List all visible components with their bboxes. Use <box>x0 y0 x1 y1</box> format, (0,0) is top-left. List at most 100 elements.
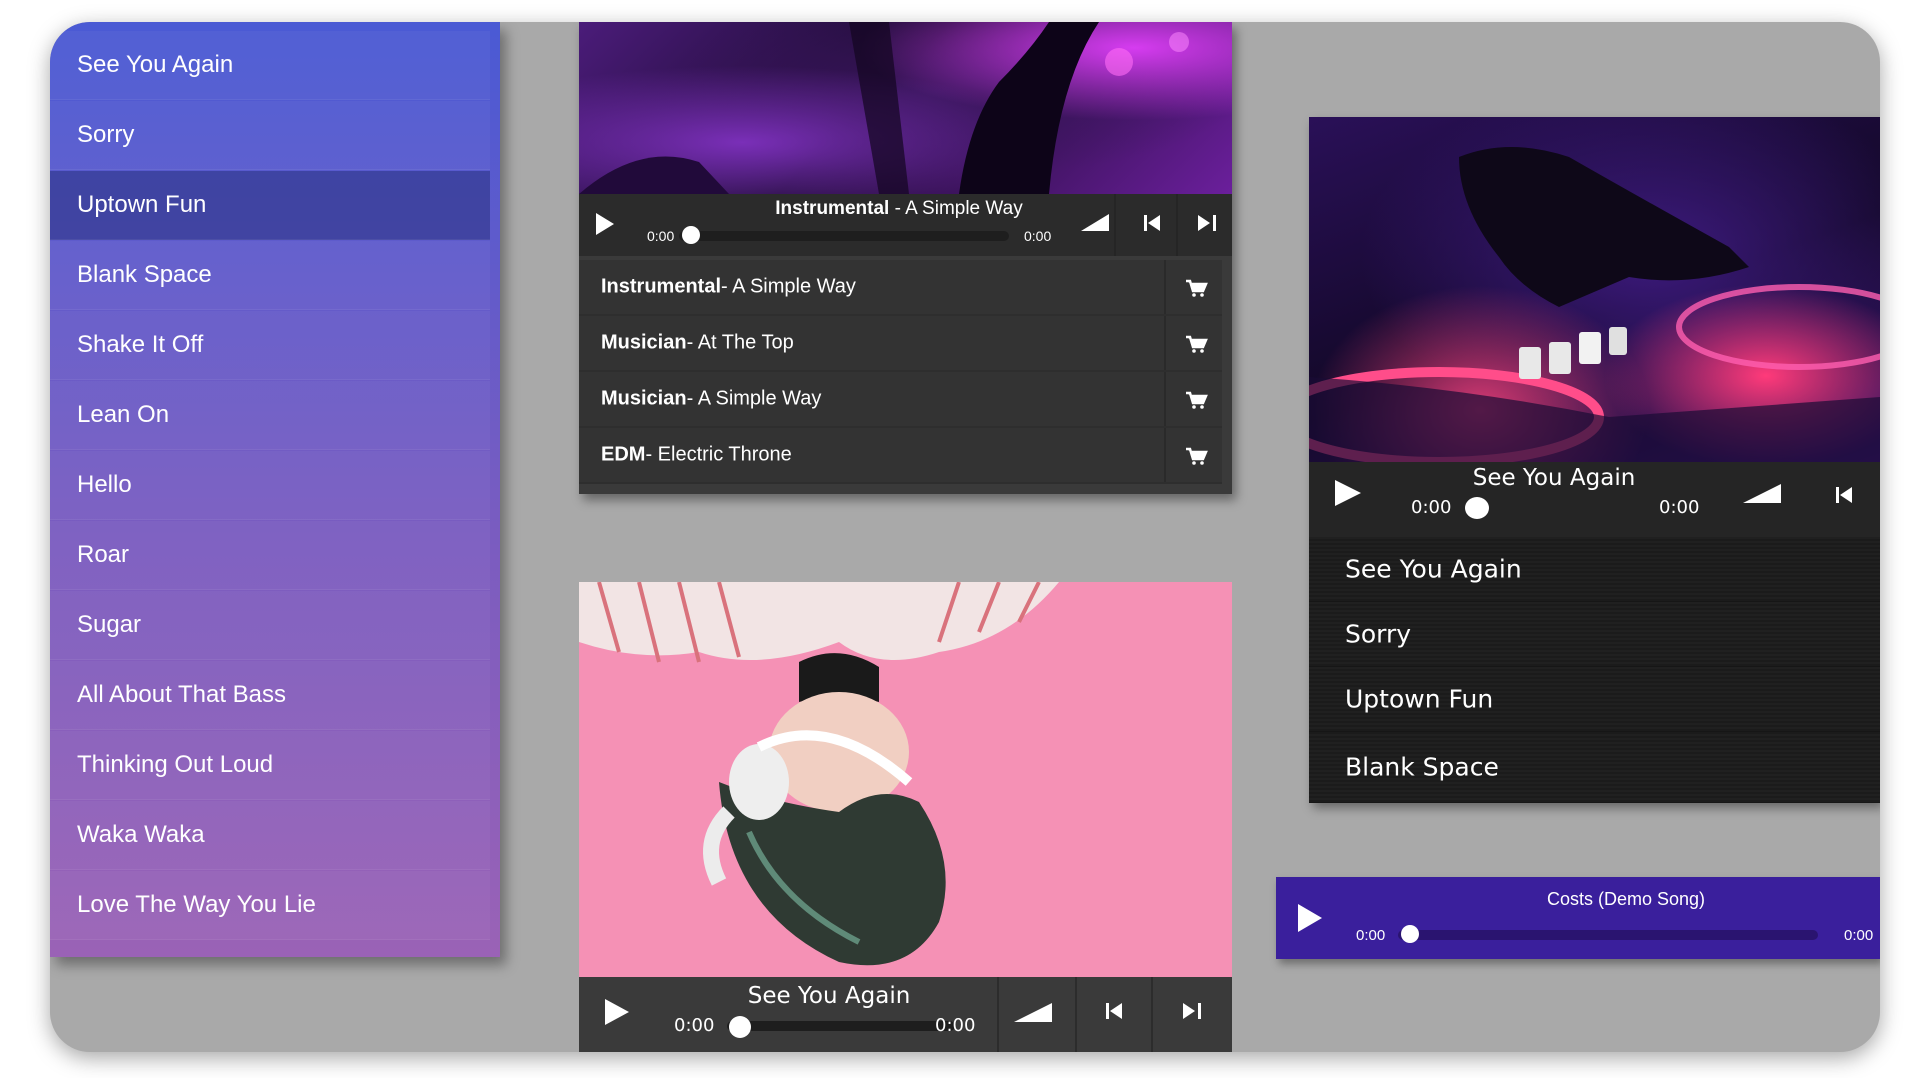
player-bottom: See You Again 0:00 0:00 <box>579 582 1232 1052</box>
playlist-item-label: Waka Waka <box>77 821 205 848</box>
player-controls: See You Again 0:00 0:00 <box>1309 462 1880 537</box>
now-playing-title: Costs (Demo Song) <box>1546 889 1706 909</box>
time-total: 0:00 <box>1659 497 1700 518</box>
progress-knob[interactable] <box>1401 925 1419 943</box>
playlist-panel: See You Again Sorry Uptown Fun Blank Spa… <box>50 22 500 957</box>
track-title: - A Simple Way <box>686 387 822 410</box>
time-total: 0:00 <box>1024 228 1052 244</box>
playlist-item-label: Sugar <box>77 611 142 638</box>
skip-previous-icon[interactable] <box>1836 487 1854 503</box>
volume-icon[interactable] <box>1014 1003 1052 1022</box>
playlist-item[interactable]: Shake It Off <box>50 311 490 380</box>
playlist-item-label: Lean On <box>77 401 170 428</box>
now-playing: Instrumental - A Simple Way <box>729 198 1069 220</box>
playlist-item[interactable]: All About That Bass <box>50 661 490 730</box>
volume-icon[interactable] <box>1081 214 1109 231</box>
track-label: See You Again <box>1345 554 1522 584</box>
track-artist: EDM <box>601 443 646 466</box>
cart-icon <box>1186 391 1208 409</box>
track-title: - Electric Throne <box>645 443 792 466</box>
playlist-item-label: See You Again <box>77 51 234 78</box>
playlist-item[interactable]: Sugar <box>50 591 490 660</box>
divider <box>1151 977 1153 1052</box>
track-row[interactable]: See You Again <box>1309 537 1880 602</box>
track-label: Blank Space <box>1345 752 1499 782</box>
volume-icon[interactable] <box>1743 484 1781 503</box>
divider <box>997 977 999 1052</box>
album-art-dj-deck <box>1309 117 1880 462</box>
divider <box>1114 194 1116 256</box>
buy-button[interactable] <box>1164 372 1222 426</box>
play-icon[interactable] <box>1335 480 1361 506</box>
cart-icon <box>1186 279 1208 297</box>
skip-next-icon[interactable] <box>1198 215 1216 231</box>
now-playing-title: See You Again <box>747 983 911 1009</box>
play-icon[interactable] <box>1298 904 1322 932</box>
canvas: See You Again Sorry Uptown Fun Blank Spa… <box>50 22 1880 1052</box>
skip-previous-icon[interactable] <box>1106 1003 1124 1019</box>
playlist-item-label: Blank Space <box>77 261 212 288</box>
track-row[interactable]: Uptown Fun <box>1309 667 1880 732</box>
cart-icon <box>1186 335 1208 353</box>
playlist-item[interactable]: Thinking Out Loud <box>50 731 490 800</box>
buy-button[interactable] <box>1164 428 1222 482</box>
progress-bar[interactable] <box>1398 930 1818 940</box>
skip-previous-icon[interactable] <box>1144 215 1162 231</box>
playlist-item-label: Shake It Off <box>77 331 204 358</box>
playlist-item-label: Sorry <box>77 121 135 148</box>
progress-knob[interactable] <box>682 226 700 244</box>
cart-icon <box>1186 447 1208 465</box>
now-playing-title: - A Simple Way <box>889 198 1023 219</box>
playlist-item-label: Love The Way You Lie <box>77 891 316 918</box>
playlist-item[interactable]: See You Again <box>50 31 490 100</box>
album-art-concert <box>579 22 1232 194</box>
playlist-item-label: Uptown Fun <box>77 191 207 218</box>
time-total: 0:00 <box>1844 927 1874 944</box>
buy-button[interactable] <box>1164 260 1222 314</box>
progress-bar[interactable] <box>727 1021 955 1031</box>
playlist-item[interactable]: Blank Space <box>50 241 490 310</box>
playlist-item[interactable]: Hello <box>50 451 490 520</box>
playlist-item[interactable]: Waka Waka <box>50 801 490 870</box>
playlist-item-active[interactable]: Uptown Fun <box>50 171 490 240</box>
track-row[interactable]: EDM- Electric Throne <box>579 428 1222 484</box>
time-current: 0:00 <box>1356 927 1386 944</box>
now-playing-artist: Instrumental <box>775 198 890 219</box>
player-controls: See You Again 0:00 0:00 <box>579 977 1232 1052</box>
skip-next-icon[interactable] <box>1183 1003 1201 1019</box>
track-row[interactable]: Instrumental- A Simple Way <box>579 260 1222 316</box>
divider <box>1176 194 1178 256</box>
playlist-item[interactable]: Love The Way You Lie <box>50 871 490 940</box>
now-playing-title: See You Again <box>1472 465 1636 491</box>
track-row[interactable]: Sorry <box>1309 602 1880 667</box>
player-right: See You Again 0:00 0:00 See You Again So… <box>1309 117 1880 803</box>
progress-knob[interactable] <box>729 1016 751 1038</box>
playlist-item[interactable]: Sorry <box>50 101 490 170</box>
track-row[interactable]: Musician- At The Top <box>579 316 1222 372</box>
player-mini: Costs (Demo Song) 0:00 0:00 <box>1276 877 1880 959</box>
playlist-item-label: Roar <box>77 541 130 568</box>
track-label: Sorry <box>1345 619 1412 649</box>
play-icon[interactable] <box>605 999 629 1025</box>
track-title: - At The Top <box>686 331 794 354</box>
playlist-item[interactable]: Lean On <box>50 381 490 450</box>
playlist-item-label: All About That Bass <box>77 681 287 708</box>
time-current: 0:00 <box>674 1015 715 1036</box>
progress-knob[interactable] <box>1465 497 1489 519</box>
play-icon[interactable] <box>596 213 614 235</box>
playlist-item[interactable]: Roar <box>50 521 490 590</box>
player-top: Instrumental - A Simple Way 0:00 0:00 In… <box>579 22 1232 494</box>
track-title: - A Simple Way <box>721 275 856 298</box>
progress-bar[interactable] <box>679 231 1009 241</box>
time-current: 0:00 <box>647 228 675 244</box>
playlist-item-label: Thinking Out Loud <box>77 751 274 778</box>
track-row[interactable]: Musician- A Simple Way <box>579 372 1222 428</box>
player-controls: Instrumental - A Simple Way 0:00 0:00 <box>579 194 1232 256</box>
buy-button[interactable] <box>1164 316 1222 370</box>
divider <box>1075 977 1077 1052</box>
track-artist: Musician <box>601 387 687 410</box>
album-art-headphones <box>579 582 1232 977</box>
track-row[interactable]: Blank Space <box>1309 732 1880 803</box>
track-artist: Instrumental <box>601 275 722 298</box>
time-current: 0:00 <box>1411 497 1452 518</box>
